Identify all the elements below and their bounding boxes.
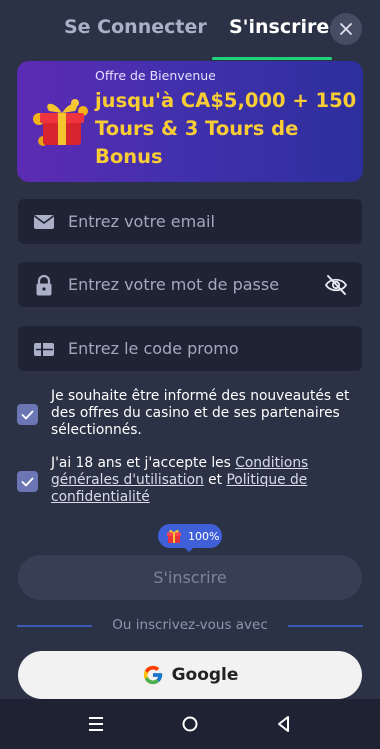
welcome-offer-banner: Offre de Bienvenue jusqu'à CA$5,000 + 15…	[17, 61, 363, 182]
home-icon[interactable]	[178, 712, 202, 736]
gift-icon	[167, 530, 181, 543]
badge-pointer	[183, 546, 195, 552]
bonus-percent: 100%	[188, 529, 220, 543]
tab-register[interactable]: S'inscrire	[229, 16, 329, 38]
google-logo-icon	[143, 665, 162, 685]
promo-code-field[interactable]	[18, 326, 362, 371]
checkmark-icon	[21, 477, 34, 486]
promo-code-input[interactable]	[68, 326, 318, 371]
terms-consent-text: J'ai 18 ans et j'accepte les Conditions …	[51, 455, 363, 506]
auth-header: Se Connecter S'inscrire	[0, 0, 380, 60]
tab-login[interactable]: Se Connecter	[64, 16, 207, 38]
close-icon	[340, 23, 352, 35]
banner-subtitle: Offre de Bienvenue	[95, 68, 216, 83]
email-field[interactable]	[18, 199, 362, 244]
newsletter-checkbox[interactable]	[17, 404, 38, 425]
password-field[interactable]	[18, 262, 362, 307]
divider-line-right	[288, 625, 363, 627]
password-input[interactable]	[68, 262, 318, 307]
terms-middle: et	[203, 472, 227, 488]
back-icon[interactable]	[272, 712, 296, 736]
system-navigation-bar	[0, 699, 380, 749]
google-signup-button[interactable]: Google	[18, 651, 362, 699]
register-submit-button[interactable]: S'inscrire	[18, 555, 362, 600]
menu-icon[interactable]	[84, 712, 108, 736]
email-input[interactable]	[68, 199, 318, 244]
active-tab-indicator	[212, 57, 332, 60]
google-button-label: Google	[171, 665, 239, 685]
lock-icon	[36, 274, 52, 296]
close-button[interactable]	[330, 13, 362, 45]
newsletter-consent-text: Je souhaite être informé des nouveautés …	[51, 388, 350, 438]
envelope-icon	[34, 215, 54, 229]
ticket-icon	[34, 343, 54, 356]
terms-prefix: J'ai 18 ans et j'accepte les	[51, 455, 236, 471]
hide-password-icon[interactable]	[324, 273, 348, 297]
bonus-progress-badge: 100%	[158, 524, 222, 548]
banner-title: jusqu'à CA$5,000 + 150 Tours & 3 Tours d…	[95, 89, 357, 168]
checkmark-icon	[21, 410, 34, 419]
terms-checkbox[interactable]	[17, 471, 38, 492]
gift-icon	[33, 99, 88, 146]
